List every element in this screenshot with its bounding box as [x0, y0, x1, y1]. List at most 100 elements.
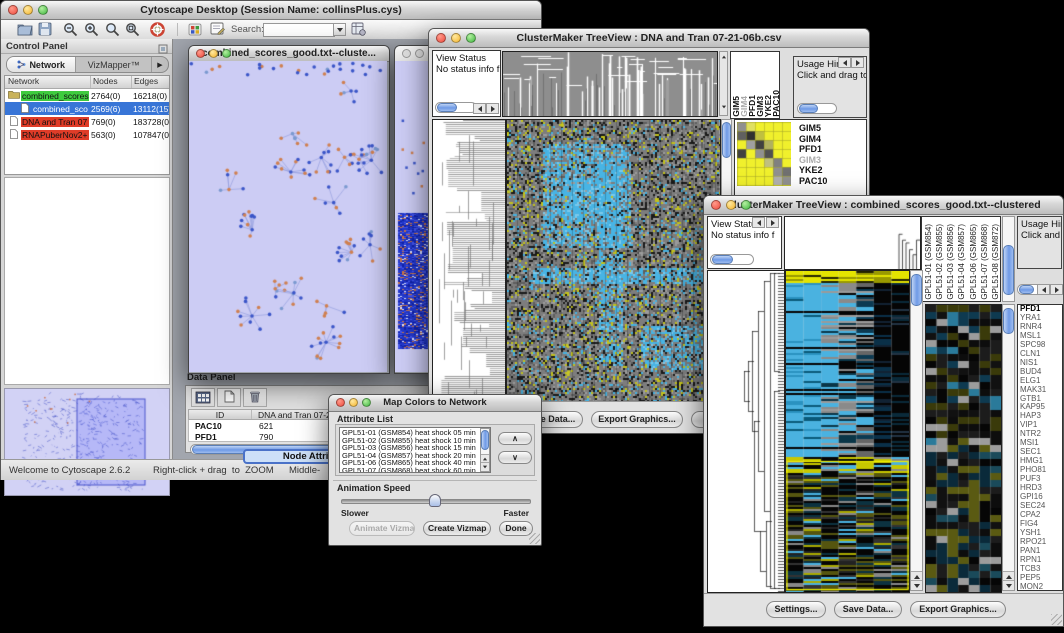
settings-button[interactable]: Settings...	[766, 601, 826, 618]
close-button[interactable]	[8, 5, 18, 15]
export-graphics-button[interactable]: Export Graphics...	[910, 601, 1006, 618]
row-dendrogram-canvas[interactable]	[707, 270, 785, 593]
network-row[interactable]: combined_sco2569(6)13112(15)	[5, 102, 169, 115]
view-status-hscrollbar[interactable]	[710, 254, 754, 265]
resize-grip[interactable]	[1051, 614, 1062, 625]
network-row[interactable]: combined_scores2764(0)16218(0)	[5, 89, 169, 102]
row-label[interactable]: PAC10	[799, 176, 859, 187]
column-labels-vscrollbar[interactable]	[1002, 216, 1015, 302]
row-label[interactable]: YKE2	[799, 165, 859, 176]
column-dendrogram-canvas[interactable]	[502, 51, 718, 117]
row-label[interactable]: GIM3	[799, 155, 859, 166]
export-graphics-button[interactable]: Export Graphics...	[591, 411, 683, 428]
search-dropdown-button[interactable]	[333, 23, 346, 36]
move-down-button[interactable]: ∨	[498, 451, 532, 464]
attribute-listbox[interactable]: GPL51-01 (GSM854) heat shock 05 minGPL51…	[339, 427, 491, 473]
slider-thumb[interactable]	[429, 494, 441, 507]
scroll-left-button[interactable]	[838, 57, 851, 68]
similarity-matrix-canvas[interactable]	[737, 122, 791, 186]
zoom-button[interactable]	[362, 398, 371, 407]
row-dendrogram-canvas[interactable]	[432, 119, 506, 403]
create-vizmap-button[interactable]: Create Vizmap	[423, 521, 491, 536]
new-attribute-icon[interactable]	[217, 388, 241, 407]
save-data-button[interactable]: Save Data...	[834, 601, 902, 618]
minimize-button[interactable]	[415, 49, 424, 58]
column-label[interactable]: GPL51-08 (GSM872)	[990, 224, 1001, 300]
col-header-edges[interactable]: Edges	[132, 76, 169, 88]
column-label[interactable]: GPL51-04 (GSM857)	[956, 224, 967, 300]
zoom-button[interactable]	[466, 33, 476, 43]
dendrogram-spacer	[719, 51, 728, 116]
treeview1-title-bar[interactable]: ClusterMaker TreeView : DNA and Tran 07-…	[429, 29, 869, 48]
data-col-id[interactable]: ID	[189, 410, 252, 419]
file-icon	[7, 116, 21, 128]
column-dendrogram-canvas[interactable]	[784, 216, 921, 270]
gene-label[interactable]: MON2	[1020, 583, 1062, 591]
attribute-select-icon[interactable]	[191, 388, 215, 407]
close-button[interactable]	[196, 49, 205, 58]
close-button[interactable]	[336, 398, 345, 407]
tab-vizmapper[interactable]: VizMapper™	[76, 57, 151, 72]
done-button[interactable]: Done	[499, 521, 533, 536]
scroll-left-button[interactable]	[1037, 284, 1050, 295]
main-title-bar[interactable]: Cytoscape Desktop (Session Name: collins…	[1, 1, 541, 20]
column-label[interactable]: GPL51-03 (GSM856)	[945, 224, 956, 300]
row-label[interactable]: GIM5	[799, 123, 859, 134]
heatmap-zoom-canvas[interactable]	[925, 304, 1002, 593]
col-header-nodes[interactable]: Nodes	[91, 76, 132, 88]
zoom-vscrollbar[interactable]	[1002, 304, 1015, 591]
network-graph-canvas[interactable]	[189, 61, 387, 372]
row-label[interactable]: PFD1	[799, 144, 859, 155]
minimize-button[interactable]	[451, 33, 461, 43]
network-view-window: combined_scores_good.txt--cluste...	[188, 45, 390, 374]
treeview2-title-bar[interactable]: ClusterMaker TreeView : combined_scores_…	[704, 196, 1063, 215]
zoom-button[interactable]	[222, 49, 231, 58]
resize-grip[interactable]	[529, 533, 540, 544]
network-row[interactable]: RNAPuberNov2+563(0)107847(0)	[5, 128, 169, 141]
move-up-button[interactable]: ∧	[498, 432, 532, 445]
col-header-network[interactable]: Network	[5, 76, 91, 88]
row-label[interactable]: GIM4	[799, 134, 859, 145]
heatmap-global-canvas[interactable]	[506, 119, 721, 403]
scroll-left-button[interactable]	[473, 103, 486, 114]
scroll-right-button[interactable]	[766, 217, 779, 228]
tab-network[interactable]: Network	[7, 57, 76, 72]
minimize-button[interactable]	[726, 200, 736, 210]
attribute-list-vscrollbar[interactable]	[480, 428, 490, 472]
attribute-list-group: GPL51-01 (GSM854) heat shock 05 minGPL51…	[335, 424, 535, 476]
column-label[interactable]: GPL51-07 (GSM868)	[979, 224, 990, 300]
minimize-button[interactable]	[209, 49, 218, 58]
scroll-right-button[interactable]	[1050, 284, 1063, 295]
search-input[interactable]	[263, 23, 335, 37]
treeview1-title: ClusterMaker TreeView : DNA and Tran 07-…	[517, 32, 782, 44]
attribute-item[interactable]: GPL51-07 (GSM868) heat shock 60 min	[342, 467, 488, 473]
close-button[interactable]	[711, 200, 721, 210]
network-name: combined_sco	[32, 104, 89, 114]
network-tree-icon	[17, 56, 26, 73]
usage-hints-hscrollbar[interactable]	[797, 103, 837, 114]
column-label[interactable]: GPL51-06 (GSM865)	[968, 224, 979, 300]
scroll-right-button[interactable]	[486, 103, 499, 114]
heatmap-vscrollbar[interactable]	[910, 270, 923, 591]
control-panel-tab-bar: Network VizMapper™ ▶	[6, 56, 169, 73]
minimize-button[interactable]	[23, 5, 33, 15]
scroll-left-button[interactable]	[752, 217, 765, 228]
zoom-button[interactable]	[741, 200, 751, 210]
column-label[interactable]: GPL51-02 (GSM855)	[934, 224, 945, 300]
scroll-right-button[interactable]	[851, 57, 864, 68]
minimize-button[interactable]	[349, 398, 358, 407]
heatmap-global-canvas[interactable]	[785, 270, 910, 593]
zoom-button[interactable]	[38, 5, 48, 15]
more-tabs-button[interactable]: ▶	[151, 57, 168, 72]
close-button[interactable]	[436, 33, 446, 43]
column-label[interactable]: PAC10	[772, 90, 780, 117]
view-status-hscrollbar[interactable]	[435, 102, 477, 113]
network-row[interactable]: DNA and Tran 07769(0)183728(0)	[5, 115, 169, 128]
file-icon	[18, 103, 32, 115]
network-table: Network Nodes Edges combined_scores2764(…	[4, 75, 170, 175]
animation-speed-slider[interactable]	[341, 493, 529, 509]
delete-attribute-trash-icon[interactable]	[243, 388, 267, 407]
close-button[interactable]	[402, 49, 411, 58]
column-label[interactable]: GPL51-01 (GSM854)	[923, 224, 934, 300]
animate-vizmap-button[interactable]: Animate Vizmap	[349, 521, 415, 536]
